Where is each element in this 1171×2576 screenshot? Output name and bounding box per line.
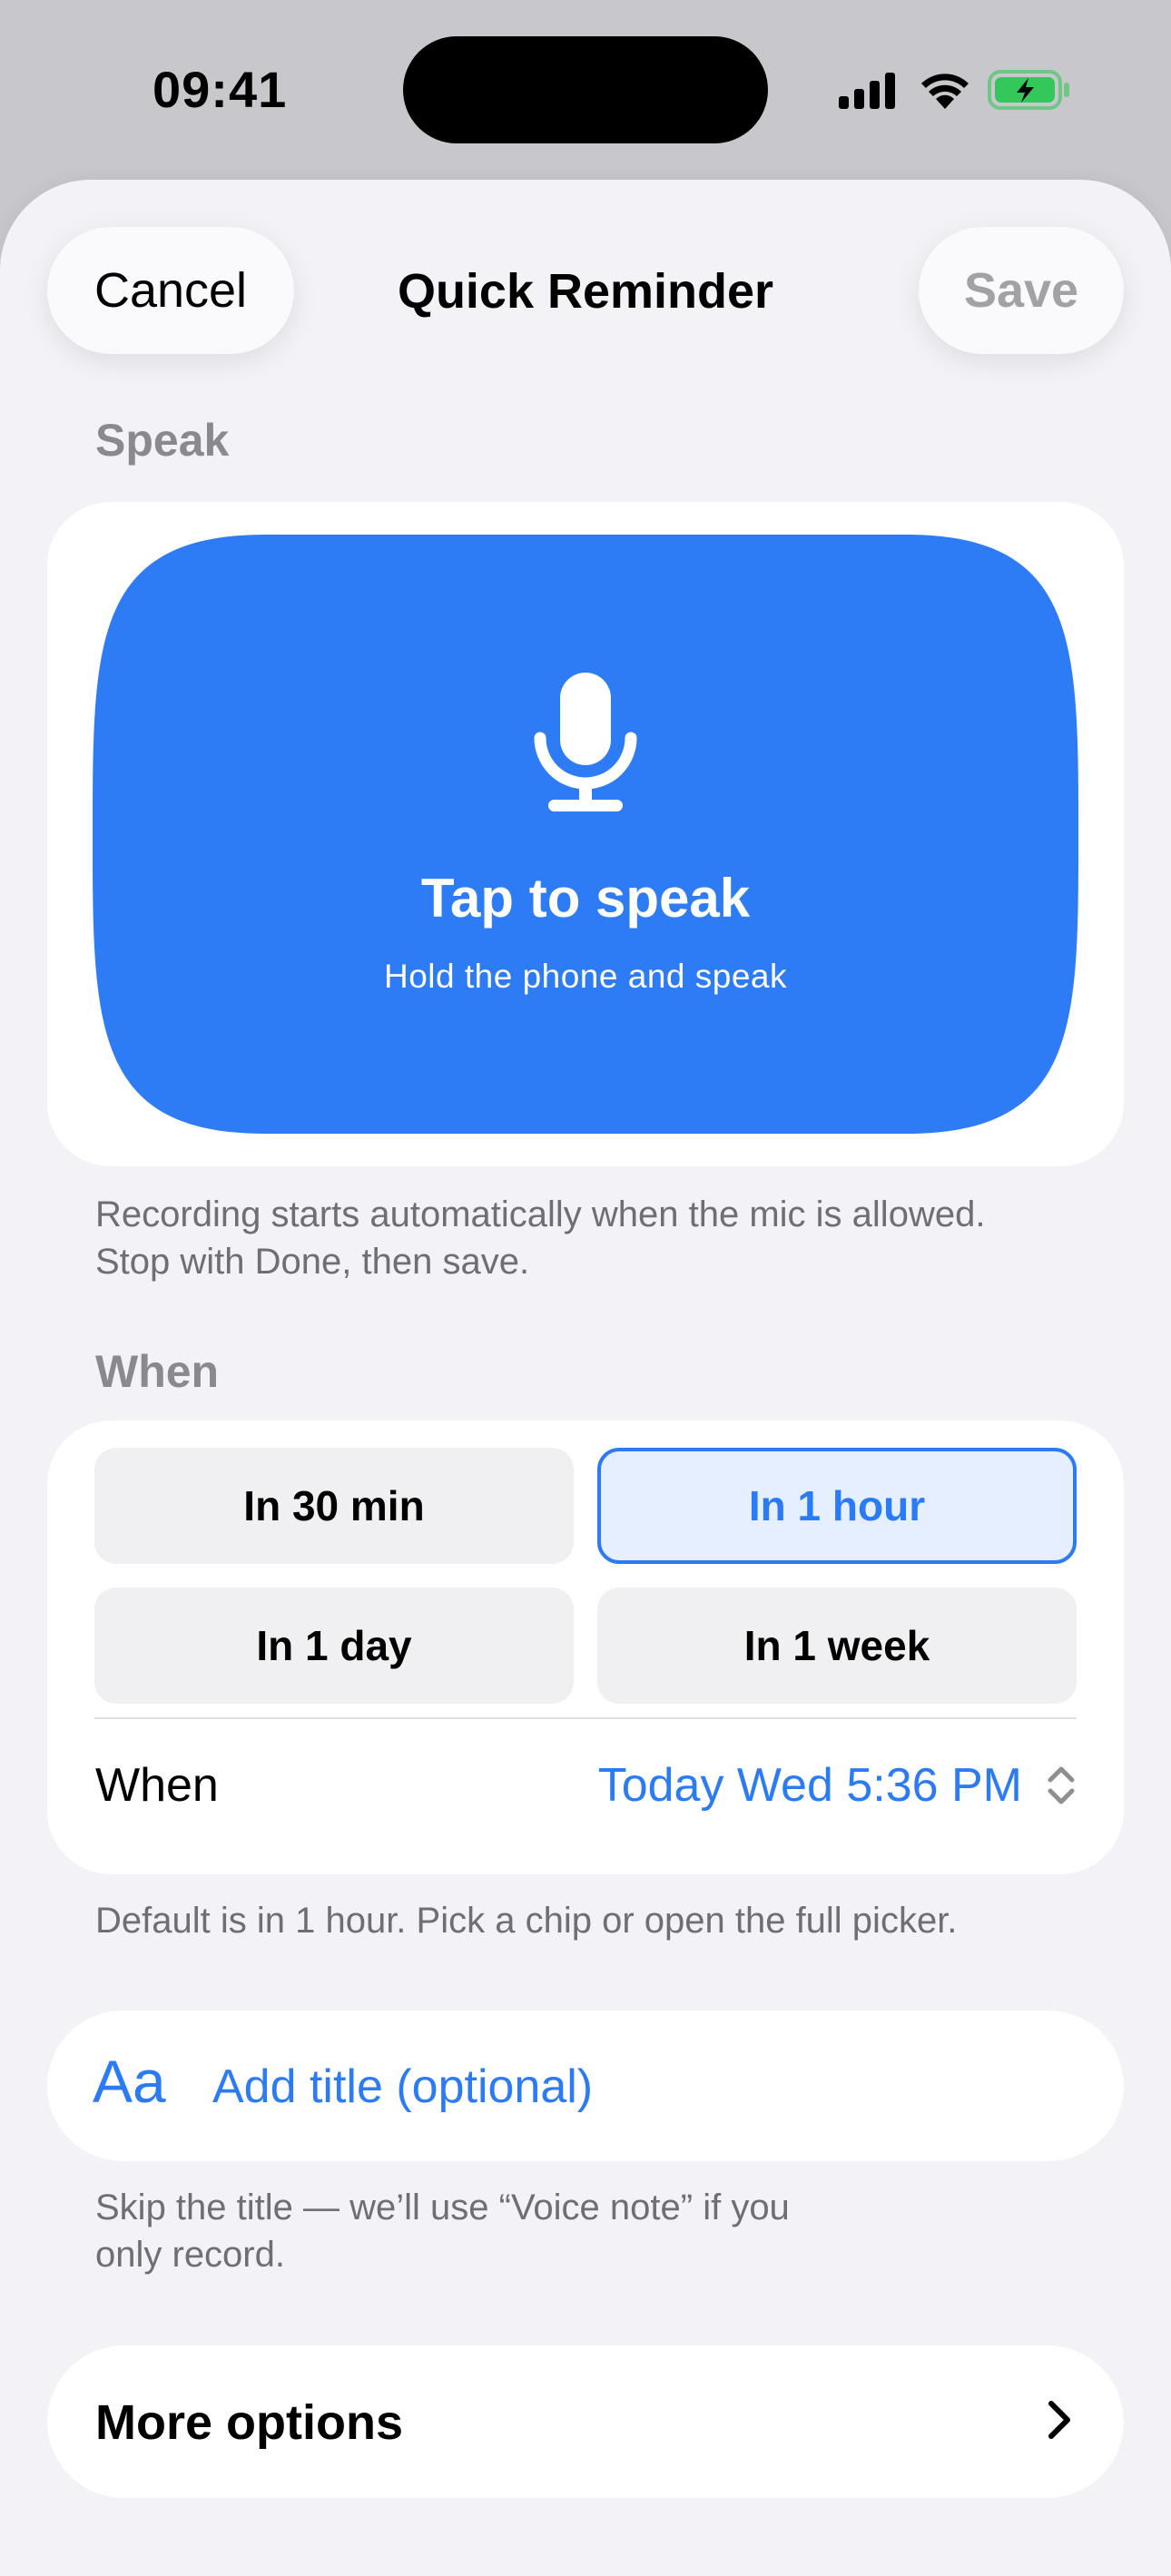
speak-section-label: Speak xyxy=(95,415,230,466)
when-footnote: Default is in 1 hour. Pick a chip or ope… xyxy=(95,1901,958,1941)
chip-in-30-min[interactable]: In 30 min xyxy=(94,1448,574,1564)
status-bar: 09:41 xyxy=(0,0,1171,182)
when-section-label: When xyxy=(95,1346,220,1397)
chevron-right-icon xyxy=(1048,2401,1070,2439)
when-date-picker[interactable]: Today Wed 5:36 PM xyxy=(598,1758,1022,1813)
dynamic-island xyxy=(403,36,768,143)
more-options-row[interactable]: More options xyxy=(47,2345,1124,2498)
quick-reminder-sheet: Cancel Quick Reminder Save Speak Tap to … xyxy=(0,180,1171,2576)
title-field[interactable]: Aa Add title (optional) xyxy=(47,2011,1124,2161)
text-format-icon: Aa xyxy=(93,2048,166,2115)
chip-in-1-week[interactable]: In 1 week xyxy=(597,1588,1077,1704)
title-footnote-line1: Skip the title — we’ll use “Voice note” … xyxy=(95,2188,790,2227)
cellular-signal-icon xyxy=(839,73,895,109)
more-options-label: More options xyxy=(95,2395,403,2450)
speak-footnote-line2: Stop with Done, then save. xyxy=(95,1242,530,1282)
tap-to-speak-title: Tap to speak xyxy=(420,868,751,929)
chip-in-1-hour[interactable]: In 1 hour xyxy=(597,1448,1077,1564)
microphone-icon xyxy=(534,673,637,811)
tap-to-speak-subtitle: Hold the phone and speak xyxy=(383,958,787,995)
save-button[interactable]: Save xyxy=(919,227,1124,354)
divider xyxy=(94,1717,1077,1719)
speak-card: Tap to speak Hold the phone and speak xyxy=(47,502,1124,1166)
speak-footnote-line1: Recording starts automatically when the … xyxy=(95,1195,986,1234)
chip-in-1-day[interactable]: In 1 day xyxy=(94,1588,574,1704)
title-input[interactable]: Add title (optional) xyxy=(212,2060,593,2114)
title-footnote-line2: only record. xyxy=(95,2235,285,2275)
when-row-label: When xyxy=(95,1759,219,1812)
title-footnote: Skip the title — we’ll use “Voice note” … xyxy=(95,2184,1094,2278)
wifi-icon xyxy=(921,74,969,109)
chevron-up-down-icon[interactable] xyxy=(1046,1764,1077,1807)
tap-to-speak-button[interactable] xyxy=(93,535,1078,1134)
battery-charging-icon xyxy=(988,70,1069,110)
status-time: 09:41 xyxy=(153,61,288,118)
speak-footnote: Recording starts automatically when the … xyxy=(95,1191,1094,1285)
when-card: In 30 min In 1 hour In 1 day In 1 week W… xyxy=(47,1421,1124,1874)
